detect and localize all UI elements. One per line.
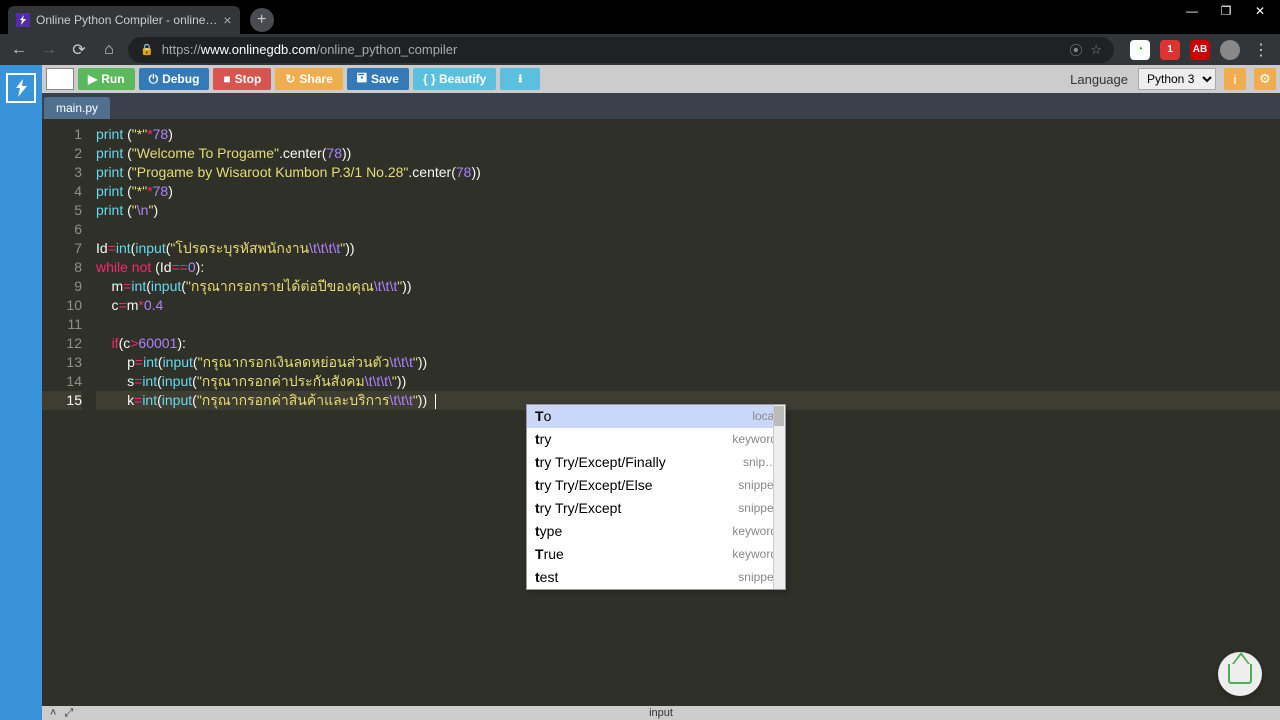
power-icon: ⏻ [149,72,159,87]
autocomplete-item[interactable]: testsnippet [527,566,785,589]
input-tab-label[interactable]: input [649,707,673,719]
url-text: https://www.onlinegdb.com/online_python_… [162,42,1062,57]
bookmark-icon[interactable]: ☆ [1090,42,1102,58]
app-sidebar [0,65,42,720]
download-icon: ⭳ [518,69,522,90]
reload-button[interactable]: ⟳ [68,39,90,61]
stop-icon: ■ [223,72,230,86]
autocomplete-item[interactable]: typekeyword [527,520,785,543]
autocomplete-item[interactable]: try Try/Except/Finallysnip… [527,451,785,474]
window-close[interactable]: ✕ [1248,2,1272,20]
language-select[interactable]: Python 3 [1138,68,1216,90]
autocomplete-item[interactable]: Tolocal [527,405,785,428]
forward-button[interactable]: → [38,39,60,61]
chat-widget-button[interactable] [1218,652,1262,696]
browser-chrome: — ❐ ✕ Online Python Compiler - online… ×… [0,0,1280,65]
text-cursor [435,394,436,409]
lightning-icon [16,13,30,27]
autocomplete-scrollbar[interactable] [773,405,785,589]
file-tab[interactable]: main.py [44,97,110,119]
gear-icon: ⚙ [1259,71,1271,87]
tab-close-icon[interactable]: × [223,12,231,28]
chevron-up-icon[interactable]: ˄ [50,707,56,720]
play-icon: ▶ [88,72,97,86]
settings-button[interactable]: ⚙ [1254,68,1276,90]
expand-icon[interactable]: ⤢ [64,707,73,720]
window-restore[interactable]: ❐ [1214,2,1238,20]
adblock-icon[interactable]: AB [1190,40,1210,60]
save-icon: 🖬 [357,69,367,90]
beautify-button[interactable]: { } Beautify [413,68,496,90]
line-gutter: 123456789101112131415 [42,119,90,720]
line-extension-icon[interactable]: ◔ [1130,40,1150,60]
app-toolbar: ▶Run ⏻Debug ■Stop ↻Share 🖬Save { } Beaut… [42,65,1280,93]
download-button[interactable]: ⭳ [500,68,540,90]
code-editor[interactable]: 123456789101112131415 print ("*"*78) pri… [42,119,1280,720]
autocomplete-popup[interactable]: Tolocaltrykeywordtry Try/Except/Finallys… [526,404,786,590]
back-button[interactable]: ← [8,39,30,61]
app-logo-icon[interactable] [6,73,36,103]
code-area[interactable]: print ("*"*78) print ("Welcome To Progam… [90,119,1280,720]
autocomplete-item[interactable]: try Try/Exceptsnippet [527,497,785,520]
stop-button[interactable]: ■Stop [213,68,271,90]
language-label: Language [1070,72,1134,87]
profile-avatar-icon[interactable] [1220,40,1240,60]
lock-icon: 🔒 [140,43,154,56]
share-icon: ↻ [285,72,295,86]
translate-icon[interactable]: ⦿ [1069,40,1082,59]
autocomplete-item[interactable]: Truekeyword [527,543,785,566]
browser-tab[interactable]: Online Python Compiler - online… × [8,6,240,34]
new-tab-button[interactable]: + [250,8,274,32]
bottom-panel-bar[interactable]: ˄ ⤢ input [42,706,1280,720]
address-bar[interactable]: 🔒 https://www.onlinegdb.com/online_pytho… [128,37,1114,63]
file-tab-bar: main.py [42,93,1280,119]
tab-title: Online Python Compiler - online… [36,13,217,27]
extension-icon-1[interactable]: 1 [1160,40,1180,60]
new-file-button[interactable] [46,68,74,90]
debug-button[interactable]: ⏻Debug [139,68,210,90]
info-button[interactable]: i [1224,68,1246,90]
chat-icon [1228,664,1252,684]
autocomplete-item[interactable]: trykeyword [527,428,785,451]
save-button[interactable]: 🖬Save [347,68,409,90]
run-button[interactable]: ▶Run [78,68,135,90]
share-button[interactable]: ↻Share [275,68,342,90]
menu-button[interactable]: ⋮ [1250,39,1272,61]
autocomplete-item[interactable]: try Try/Except/Elsesnippet [527,474,785,497]
home-button[interactable]: ⌂ [98,39,120,61]
window-minimize[interactable]: — [1180,2,1204,20]
